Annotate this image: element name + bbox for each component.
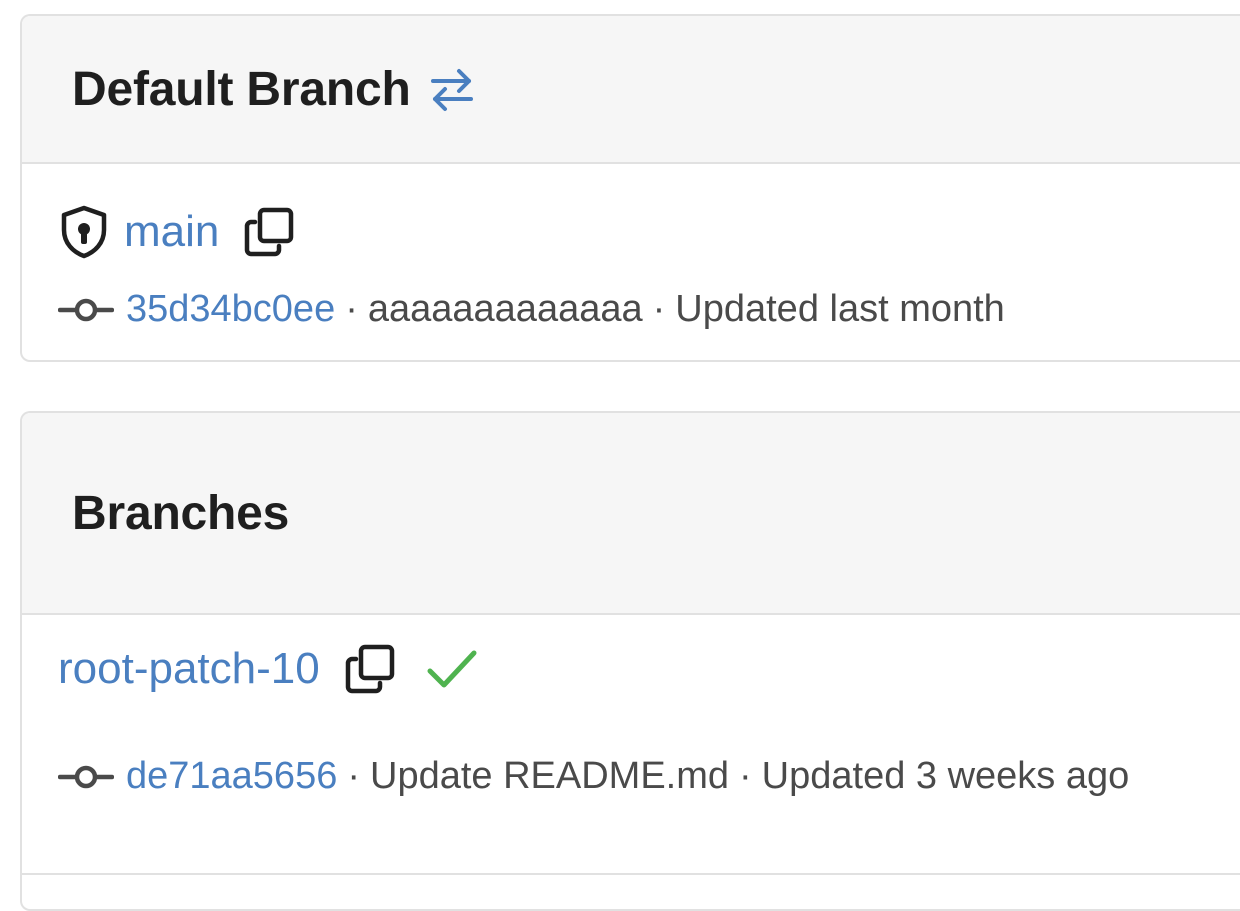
shield-lock-icon [58, 204, 110, 260]
commit-sha-link[interactable]: 35d34bc0ee [126, 288, 335, 331]
branches-title: Branches [72, 486, 290, 540]
check-icon [426, 647, 478, 691]
commit-message: aaaaaaaaaaaaa [367, 288, 643, 330]
separator: · [739, 755, 752, 797]
default-branch-row: main [58, 204, 295, 260]
default-branch-title: Default Branch [72, 62, 411, 116]
separator: · [347, 755, 360, 797]
branches-header: Branches [22, 413, 1240, 615]
copy-icon[interactable] [243, 206, 295, 258]
copy-icon[interactable] [344, 643, 396, 695]
default-branch-header: Default Branch [22, 16, 1240, 164]
branch-row: root-patch-10 [58, 643, 478, 695]
default-branch-meta: 35d34bc0ee · aaaaaaaaaaaaa · Updated las… [58, 288, 1005, 331]
branch-meta: de71aa5656 · Update README.md · Updated … [58, 755, 1129, 798]
row-divider [22, 873, 1240, 875]
default-branch-card: Default Branch main 35d34bc0ee · aaaaaaa… [20, 14, 1240, 362]
separator: · [652, 288, 666, 330]
branches-card: Branches root-patch-10 de71aa5656 · Upda… [20, 411, 1240, 911]
updated-time: Updated 3 weeks ago [761, 755, 1130, 797]
commit-icon [58, 295, 114, 325]
branch-name-link[interactable]: root-patch-10 [58, 644, 320, 694]
commit-icon [58, 762, 114, 792]
separator: · [345, 288, 358, 330]
commit-sha-link[interactable]: de71aa5656 [126, 755, 337, 798]
default-branch-link[interactable]: main [124, 207, 219, 257]
arrows-swap-icon[interactable] [429, 65, 475, 113]
commit-message: Update README.md [370, 755, 730, 797]
updated-time: Updated last month [675, 288, 1005, 330]
